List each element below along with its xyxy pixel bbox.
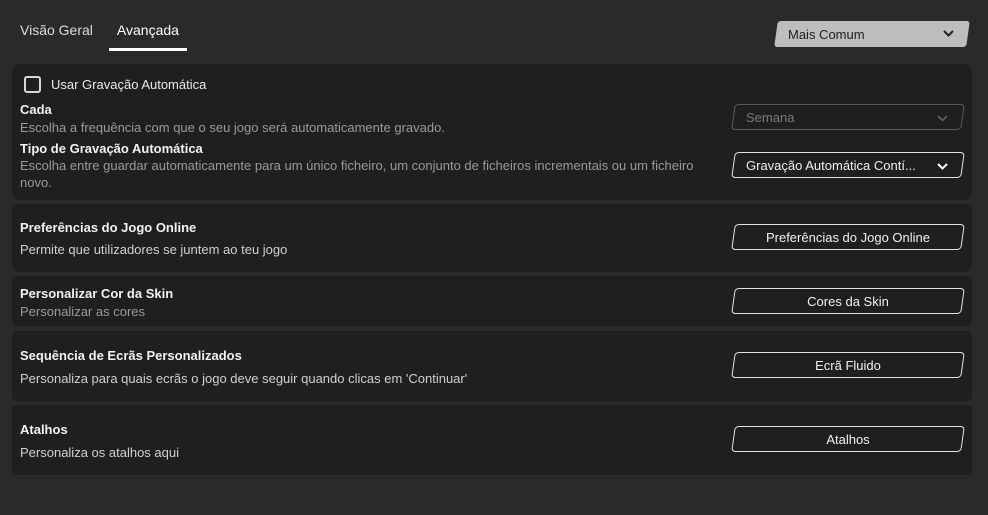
preset-value: Mais Comum	[788, 26, 865, 42]
autosave-type-title: Tipo de Gravação Automática	[20, 141, 203, 156]
autosave-type-description: Escolha entre guardar automaticamente pa…	[20, 158, 694, 190]
online-description: Permite que utilizadores se juntem ao te…	[20, 242, 288, 257]
shortcuts-button[interactable]: Atalhos	[731, 426, 965, 452]
tab-overview[interactable]: Visão Geral	[20, 22, 93, 51]
chevron-down-icon	[943, 29, 954, 40]
autosave-checkbox-row[interactable]: Usar Gravação Automática	[24, 76, 206, 93]
online-panel: Preferências do Jogo Online Permite que …	[12, 204, 972, 272]
autosave-panel: Usar Gravação Automática Cada Escolha a …	[12, 64, 972, 200]
skin-title: Personalizar Cor da Skin	[20, 286, 174, 301]
autosave-checkbox-label: Usar Gravação Automática	[51, 77, 207, 92]
chevron-down-icon	[937, 158, 948, 173]
shortcuts-panel: Atalhos Personaliza os atalhos aqui Atal…	[12, 405, 972, 475]
skin-colors-button[interactable]: Cores da Skin	[731, 288, 965, 314]
screens-description: Personaliza para quais ecrãs o jogo deve…	[20, 371, 468, 386]
autosave-checkbox[interactable]	[24, 76, 41, 93]
online-button-label: Preferências do Jogo Online	[765, 229, 931, 245]
shortcuts-description: Personaliza os atalhos aqui	[20, 445, 179, 460]
fluid-screen-button[interactable]: Ecrã Fluido	[731, 352, 965, 378]
screens-button-label: Ecrã Fluido	[815, 357, 881, 373]
screens-panel: Sequência de Ecrãs Personalizados Person…	[12, 331, 972, 401]
preset-dropdown[interactable]: Mais Comum	[774, 21, 970, 47]
every-select[interactable]: Semana	[731, 104, 965, 130]
tab-bar: Visão Geral Avançada	[20, 22, 211, 51]
skin-panel: Personalizar Cor da Skin Personalizar as…	[12, 276, 972, 326]
autosave-type-select[interactable]: Gravação Automática Contí...	[731, 152, 965, 178]
online-title: Preferências do Jogo Online	[20, 220, 197, 235]
every-select-value: Semana	[746, 109, 795, 125]
tab-advanced[interactable]: Avançada	[108, 22, 187, 51]
every-description: Escolha a frequência com que o seu jogo …	[20, 120, 445, 135]
screens-title: Sequência de Ecrãs Personalizados	[20, 348, 242, 363]
shortcuts-title: Atalhos	[20, 422, 68, 437]
skin-description: Personalizar as cores	[20, 304, 145, 319]
autosave-type-value: Gravação Automática Contí...	[746, 157, 916, 173]
chevron-down-icon	[937, 110, 948, 125]
every-title: Cada	[20, 102, 52, 117]
skin-button-label: Cores da Skin	[807, 293, 889, 309]
online-preferences-button[interactable]: Preferências do Jogo Online	[731, 224, 965, 250]
shortcuts-button-label: Atalhos	[826, 431, 870, 447]
